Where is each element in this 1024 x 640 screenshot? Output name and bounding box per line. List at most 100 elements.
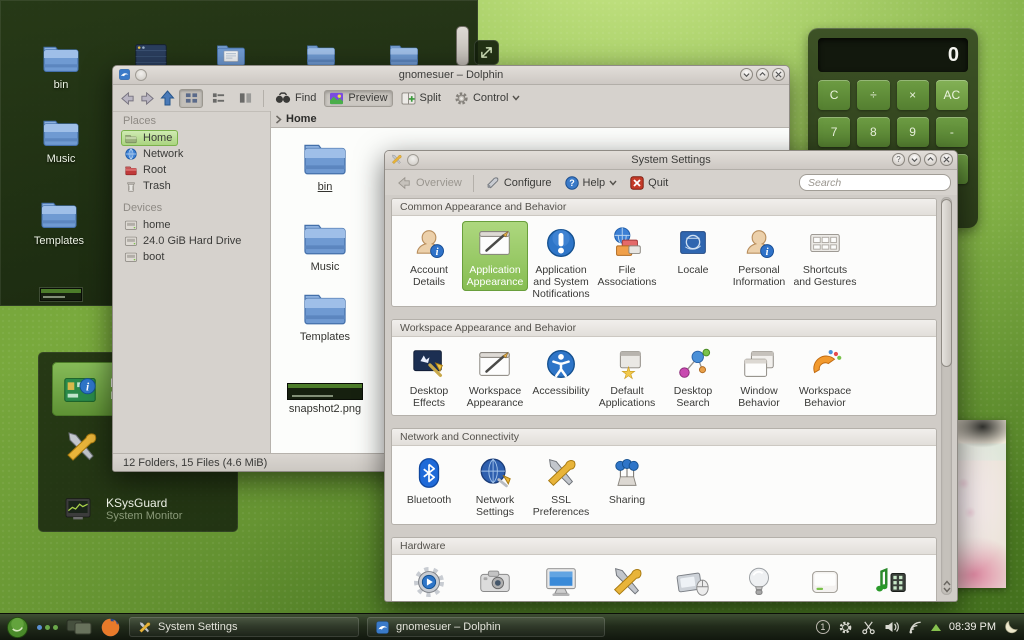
minimize-button[interactable] <box>908 153 921 166</box>
settings-item-file-associations[interactable]: File Associations <box>594 221 660 291</box>
settings-item-application-appearance[interactable]: Application Appearance <box>462 221 528 291</box>
settings-item-network-settings[interactable]: Network Settings <box>462 451 528 521</box>
calc-button-ac[interactable]: AC <box>936 80 968 110</box>
settings-item-workspace-appearance[interactable]: Workspace Appearance <box>462 342 528 412</box>
clock[interactable]: 08:39 PM <box>949 621 996 633</box>
settings-item-workspace-behavior[interactable]: Workspace Behavior <box>792 342 858 412</box>
icons-view-button[interactable] <box>179 89 203 108</box>
file-item-music[interactable]: Music <box>280 218 370 273</box>
preview-button[interactable]: Preview <box>324 90 392 107</box>
overview-button[interactable]: Overview <box>391 174 467 192</box>
calc-button-minus[interactable]: - <box>936 117 968 147</box>
file-item-bin[interactable]: bin <box>280 138 370 193</box>
place-item-root[interactable]: Root <box>121 162 172 178</box>
settings-item-information-sources[interactable]: Information Sources <box>594 560 660 601</box>
place-item-network[interactable]: Network <box>121 146 189 162</box>
taskbar-task-system-settings[interactable]: System Settings <box>129 617 359 637</box>
settings-item-power-management[interactable]: Power Management <box>726 560 792 601</box>
firefox-icon[interactable] <box>100 617 121 638</box>
desktop-icon-snapshot-partial[interactable] <box>40 288 82 301</box>
scrollbar-thumb[interactable] <box>941 199 952 367</box>
help-button[interactable]: ? <box>892 153 905 166</box>
settings-item-desktop-search[interactable]: Desktop Search <box>660 342 726 412</box>
settings-item-account-details[interactable]: iAccount Details <box>396 221 462 291</box>
up-icon[interactable] <box>159 90 176 106</box>
calc-button-c[interactable]: C <box>818 80 850 110</box>
details-view-button[interactable] <box>206 89 230 108</box>
folder-view-scrollbar[interactable] <box>456 26 469 66</box>
folder-view-resize-handle[interactable] <box>474 40 499 65</box>
breadcrumb[interactable]: Home <box>271 111 789 127</box>
volume-icon[interactable] <box>884 620 900 634</box>
maximize-button[interactable] <box>924 153 937 166</box>
device-item-home[interactable]: home <box>121 217 177 233</box>
activity-dots[interactable] <box>37 625 58 630</box>
desktop-icon-music[interactable]: Music <box>21 115 101 165</box>
control-button[interactable]: Control <box>449 89 525 108</box>
dolphin-titlebar[interactable]: gnomesuer – Dolphin <box>113 66 789 85</box>
calc-button-multiply[interactable]: × <box>897 80 929 110</box>
column-view-button[interactable] <box>233 89 257 108</box>
find-button[interactable]: Find <box>270 90 321 106</box>
search-input[interactable] <box>799 174 951 191</box>
panel-cashew-icon[interactable] <box>1004 620 1018 634</box>
multimedia-icon <box>872 563 910 601</box>
settings-item-accessibility[interactable]: Accessibility <box>528 342 594 400</box>
settings-item-multimedia[interactable]: Multimedia <box>858 560 924 601</box>
calc-button-9[interactable]: 9 <box>897 117 929 147</box>
desktop-icon-bin[interactable]: bin <box>21 41 101 91</box>
notification-badge[interactable]: 1 <box>816 620 830 634</box>
settings-item-bluetooth[interactable]: Bluetooth <box>396 451 462 509</box>
minimize-button[interactable] <box>740 68 753 81</box>
settings-item-sharing[interactable]: Sharing <box>594 451 660 509</box>
titlebar-menu-button[interactable] <box>135 69 147 81</box>
settings-item-personal-information[interactable]: iPersonal Information <box>726 221 792 291</box>
settings-item-window-behavior[interactable]: Window Behavior <box>726 342 792 412</box>
calc-button-divide[interactable]: ÷ <box>857 80 889 110</box>
back-icon[interactable] <box>119 91 136 106</box>
settings-scrollbar[interactable] <box>941 197 952 595</box>
calc-button-7[interactable]: 7 <box>818 117 850 147</box>
launcher-item-ksysguard[interactable]: KSysGuardSystem Monitor <box>52 482 228 536</box>
network-signal-icon[interactable] <box>908 620 923 634</box>
settings-item-display-and-monit[interactable]: Display and Monit... <box>528 560 594 601</box>
taskbar-task-gnomesuer-dolphin[interactable]: gnomesuer – Dolphin <box>367 617 605 637</box>
tray-expand-arrow[interactable] <box>931 624 941 631</box>
forward-icon[interactable] <box>139 91 156 106</box>
file-item-snapshot2-png[interactable]: snapshot2.png <box>280 383 370 415</box>
calc-button-8[interactable]: 8 <box>857 117 889 147</box>
gear-tray-icon[interactable] <box>838 620 853 635</box>
scroll-down-icon[interactable] <box>943 587 951 593</box>
settings-item-shortcuts-and-gestures[interactable]: Shortcuts and Gestures <box>792 221 858 291</box>
configure-button[interactable]: Configure <box>480 174 557 192</box>
split-button[interactable]: Split <box>396 90 446 107</box>
settings-titlebar[interactable]: System Settings ? <box>385 151 957 170</box>
device-item-boot[interactable]: boot <box>121 249 170 265</box>
settings-item-locale[interactable]: Locale <box>660 221 726 279</box>
settings-item-digital-camera[interactable]: Digital Camera <box>462 560 528 601</box>
help-toolbar-button[interactable]: ? Help <box>560 174 623 192</box>
place-item-home[interactable]: Home <box>121 130 178 146</box>
breadcrumb-home[interactable]: Home <box>286 113 317 125</box>
titlebar-menu-button[interactable] <box>407 154 419 166</box>
maximize-button[interactable] <box>756 68 769 81</box>
settings-item-desktop-effects[interactable]: Desktop Effects <box>396 342 462 412</box>
chevron-down-icon <box>512 95 520 101</box>
settings-item-ssl-preferences[interactable]: SSL Preferences <box>528 451 594 521</box>
app-launcher-button[interactable] <box>6 616 29 639</box>
close-button[interactable] <box>940 153 953 166</box>
quit-button[interactable]: Quit <box>625 174 673 192</box>
settings-item-input-devices[interactable]: Input Devices <box>660 560 726 601</box>
device-item-24-0-gib-hard-drive[interactable]: 24.0 GiB Hard Drive <box>121 233 247 249</box>
settings-item-device-actions[interactable]: Device Actions <box>396 560 462 601</box>
settings-item-default-applications[interactable]: ★Default Applications <box>594 342 660 412</box>
settings-item-removable-devices[interactable]: Removable Devices <box>792 560 858 601</box>
scroll-up-icon[interactable] <box>943 580 951 586</box>
file-item-templates[interactable]: Templates <box>280 288 370 343</box>
pager-widget[interactable] <box>66 618 92 636</box>
place-item-trash[interactable]: Trash <box>121 178 177 194</box>
desktop-icon-templates[interactable]: Templates <box>19 197 99 247</box>
close-button[interactable] <box>772 68 785 81</box>
clipboard-scissors-icon[interactable] <box>861 620 876 635</box>
settings-item-application-and-system-notifications[interactable]: Application and System Notifications <box>528 221 594 303</box>
